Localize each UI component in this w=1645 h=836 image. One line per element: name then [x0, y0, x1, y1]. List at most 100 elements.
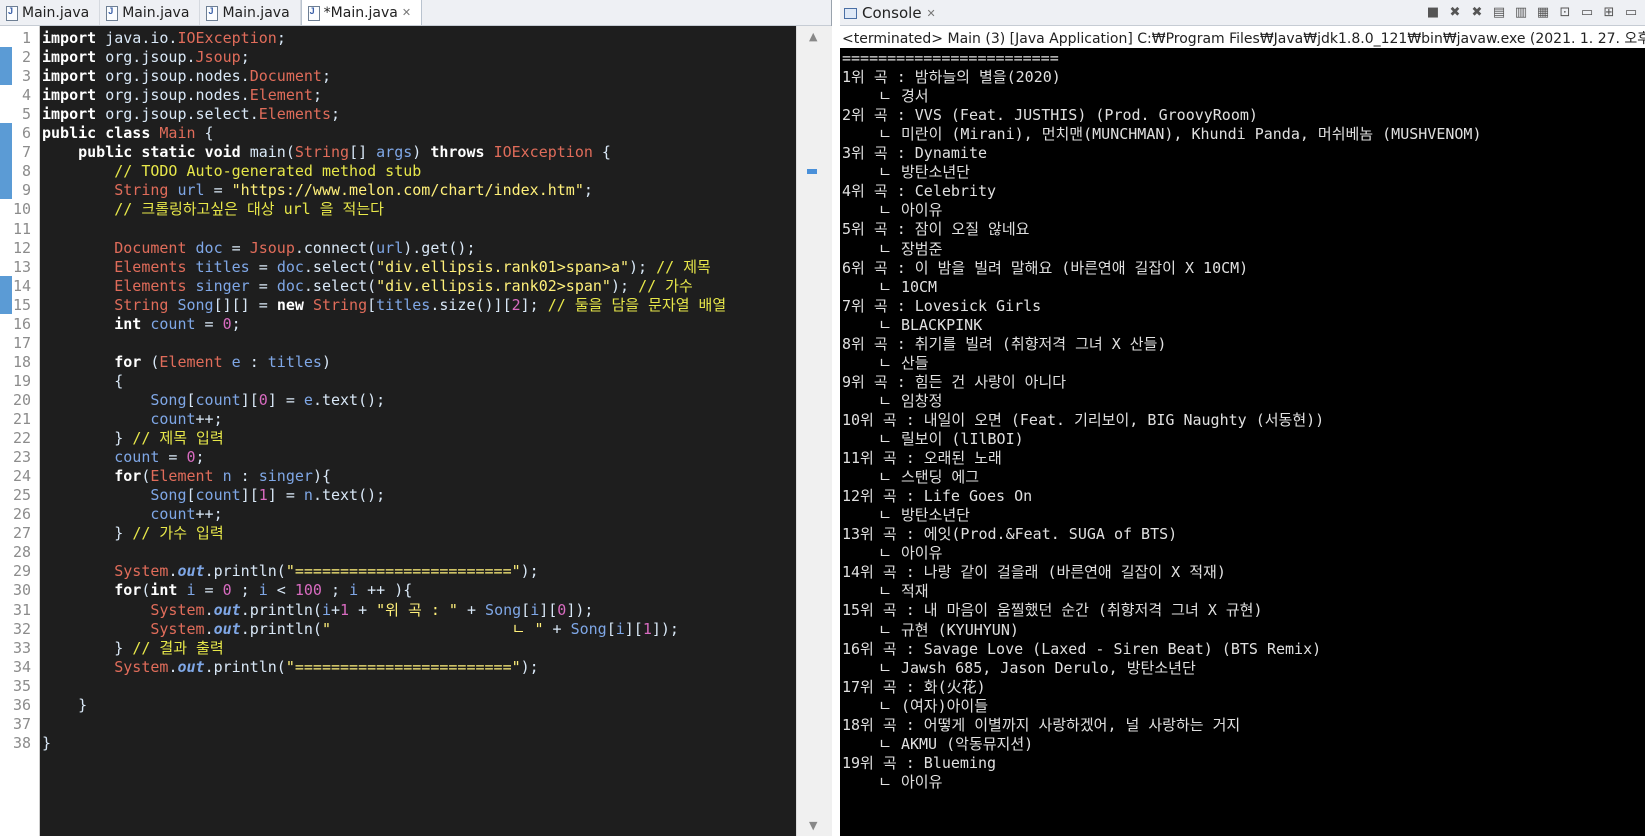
rank-title-line: 9위 곡 : 힘든 건 사랑이 아니다 — [842, 372, 1066, 392]
tab-label: Main.java — [122, 4, 190, 21]
line-number: 30 — [12, 581, 31, 600]
line-number: 12 — [12, 238, 31, 257]
line-number: 8 — [21, 162, 31, 181]
song-title: 오래된 노래 — [923, 449, 1002, 468]
code-line: int count = 0; — [114, 314, 241, 333]
artist-name: 임창정 — [900, 391, 943, 410]
tab-main-java-3[interactable]: Main.java — [200, 0, 301, 25]
tab-console[interactable]: Console ✕ — [844, 0, 936, 26]
ide-window: Main.java Main.java Main.java *Main.java ✕ 1… — [0, 0, 1645, 836]
line-number: 37 — [12, 714, 31, 733]
song-title: 잠이 오질 않네요 — [914, 220, 1030, 239]
code-line: System.out.println("====================… — [114, 657, 539, 676]
scroll-lock-icon[interactable]: ▥ — [1513, 5, 1529, 21]
artist-line: ㄴ 방탄소년단 — [842, 505, 970, 525]
artist-line: ㄴ 아이유 — [842, 200, 942, 220]
line-number: 31 — [12, 600, 31, 619]
artist-prefix: ㄴ — [842, 430, 901, 448]
artist-name: Jawsh 685, Jason Derulo, 방탄소년단 — [900, 658, 1196, 677]
artist-line: ㄴ (여자)아이들 — [842, 696, 988, 716]
code-line: // 크롤링하고싶은 대상 url 을 적는다 — [114, 200, 384, 219]
artist-prefix: ㄴ — [842, 468, 901, 487]
console-status-header: <terminated> Main (3) [Java Application]… — [840, 28, 1645, 48]
artist-prefix: ㄴ — [842, 506, 901, 525]
console-tab-label: Console — [862, 4, 922, 22]
tab-label: Main.java — [222, 4, 290, 21]
rank-title-line: 16위 곡 : Savage Love (Laxed - Siren Beat)… — [842, 639, 1321, 659]
song-title: 에잇(Prod.&Feat. SUGA of BTS) — [923, 525, 1178, 544]
rank-label: 11위 곡 : — [842, 449, 924, 468]
rank-title-line: 2위 곡 : VVS (Feat. JUSTHIS) (Prod. Groovy… — [842, 105, 1258, 125]
line-number: 21 — [12, 410, 31, 428]
minimize-icon[interactable]: ▭ — [1623, 5, 1639, 21]
terminate-icon[interactable]: ■ — [1425, 5, 1441, 21]
line-number: 24 — [12, 467, 31, 486]
rank-title-line: 5위 곡 : 잠이 오질 않네요 — [842, 219, 1029, 239]
code-line: import org.jsoup.nodes.Element; — [42, 86, 322, 105]
rank-title-line: 17위 곡 : 화(火花) — [842, 677, 986, 697]
console-output[interactable]: ======================== 1위 곡 : 밤하늘의 별을(2… — [840, 48, 1645, 836]
song-title: 취기를 빌려 (취향저격 그녀 X 산들) — [914, 334, 1167, 353]
artist-line: ㄴ 미란이 (Mirani), 먼치맨(MUNCHMAN), Khundi Pa… — [842, 124, 1481, 144]
code-line: // TODO Auto-generated method stub — [114, 162, 422, 181]
artist-prefix: ㄴ — [842, 620, 901, 639]
song-title: 어떻게 이별까지 사랑하겠어, 널 사랑하는 거지 — [923, 715, 1241, 734]
tab-main-java-4[interactable]: *Main.java ✕ — [300, 0, 423, 25]
line-number: 4 — [21, 86, 31, 105]
rank-title-line: 11위 곡 : 오래된 노래 — [842, 448, 1002, 468]
rank-label: 14위 곡 : — [842, 563, 924, 582]
rank-title-line: 6위 곡 : 이 밤을 빌려 말해요 (바른연애 길잡이 X 10CM) — [842, 258, 1248, 278]
close-icon[interactable]: ✕ — [402, 6, 411, 19]
code-line: } // 제목 입력 — [42, 429, 224, 448]
rank-label: 17위 곡 : — [842, 677, 924, 696]
code-editor[interactable]: 1 2 3 4 5 6 7 8 9 10 11 12 13 14 15 16 17 18 19 20 21 22 23 24 2… — [0, 26, 796, 836]
editor-scrollbar[interactable]: ▲ ▼ — [796, 26, 832, 836]
remove-all-icon[interactable]: ✖ — [1469, 5, 1485, 21]
artist-name: 경서 — [900, 87, 929, 106]
artist-line: ㄴ 적재 — [842, 581, 928, 601]
rank-label: 1위 곡 : — [842, 68, 915, 87]
rank-label: 18위 곡 : — [842, 715, 924, 734]
tab-main-java-1[interactable]: Main.java — [0, 0, 101, 25]
close-icon[interactable]: ✕ — [927, 7, 936, 20]
line-number: 26 — [12, 505, 31, 524]
code-line: System.out.println(" ㄴ " + Song[i][1]); — [150, 619, 679, 638]
scroll-down-icon[interactable]: ▼ — [809, 819, 817, 832]
code-line: { — [42, 371, 124, 390]
pin-console-icon[interactable]: ⊡ — [1557, 5, 1573, 21]
console-toolbar: ■ ✖ ✖ ▤ ▥ ▦ ⊡ ▭ ⊞ ▭ — [1425, 5, 1639, 21]
artist-line: ㄴ BLACKPINK — [842, 315, 982, 335]
display-console-icon[interactable]: ▭ — [1579, 5, 1595, 21]
artist-name: BLACKPINK — [900, 315, 983, 334]
artist-prefix: ㄴ — [842, 734, 901, 753]
open-console-icon[interactable]: ⊞ — [1601, 5, 1617, 21]
tab-main-java-2[interactable]: Main.java — [100, 0, 201, 25]
line-number: 16 — [12, 314, 31, 333]
song-title: 내일이 오면 (Feat. 기리보이, BIG Naughty (서동현)) — [923, 410, 1325, 429]
line-number: 36 — [12, 695, 31, 714]
artist-prefix: ㄴ — [842, 772, 901, 791]
line-number: 17 — [12, 333, 31, 352]
remove-launch-icon[interactable]: ✖ — [1447, 5, 1463, 21]
artist-name: 장범준 — [900, 239, 943, 258]
artist-prefix: ㄴ — [842, 163, 901, 182]
code-line: Elements titles = doc.select("div.ellips… — [114, 257, 711, 276]
artist-line: ㄴ 아이유 — [842, 772, 942, 792]
artist-name: 아이유 — [900, 201, 943, 220]
code-line: Document doc = Jsoup.connect(url).get(); — [114, 238, 476, 257]
rank-label: 13위 곡 : — [842, 525, 924, 544]
rank-title-line: 4위 곡 : Celebrity — [842, 181, 996, 201]
word-wrap-icon[interactable]: ▦ — [1535, 5, 1551, 21]
artist-name: 10CM — [900, 277, 938, 296]
code-line: Elements singer = doc.select("div.ellips… — [114, 276, 693, 295]
artist-prefix: ㄴ — [842, 696, 901, 715]
tab-label: *Main.java — [323, 4, 398, 21]
clear-console-icon[interactable]: ▤ — [1491, 5, 1507, 21]
artist-line: ㄴ 방탄소년단 — [842, 162, 970, 182]
change-marker — [0, 47, 12, 86]
artist-prefix: ㄴ — [842, 658, 901, 677]
scroll-up-icon[interactable]: ▲ — [809, 30, 817, 43]
separator-line: ======================== — [842, 49, 1059, 67]
artist-prefix: ㄴ — [842, 391, 901, 410]
line-number: 29 — [12, 562, 31, 581]
